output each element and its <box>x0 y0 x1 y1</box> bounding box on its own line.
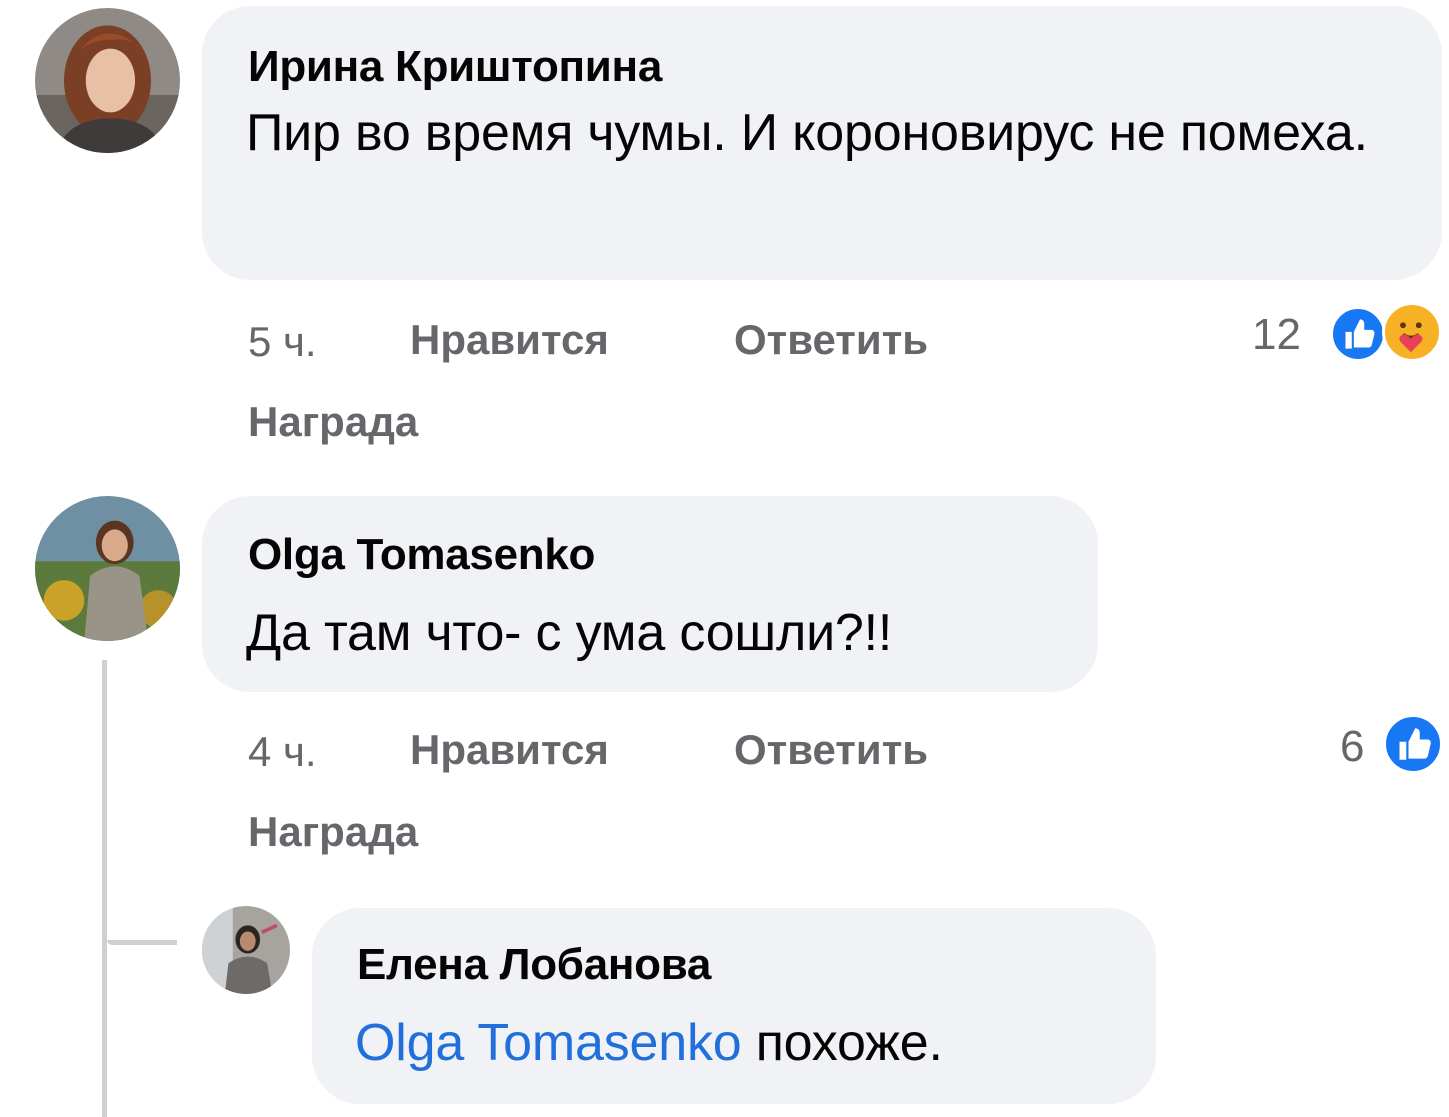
award-button[interactable]: Награда <box>248 398 418 446</box>
like-icon <box>1383 714 1443 774</box>
reply-text: Olga Tomasenko похоже. <box>355 1006 1145 1080</box>
like-button[interactable]: Нравится <box>410 316 609 364</box>
avatar[interactable] <box>202 906 290 994</box>
care-icon <box>1382 302 1442 362</box>
avatar[interactable] <box>35 496 180 641</box>
reply-button[interactable]: Ответить <box>734 316 928 364</box>
reaction-count[interactable]: 6 <box>1340 722 1364 772</box>
comment-author[interactable]: Olga Tomasenko <box>248 530 595 580</box>
reply-text-body: похоже. <box>741 1014 943 1072</box>
award-button[interactable]: Награда <box>248 808 418 856</box>
mention-link[interactable]: Olga Tomasenko <box>355 1014 742 1072</box>
thread-line-branch <box>107 940 177 945</box>
avatar[interactable] <box>35 8 180 153</box>
comment-text: Да там что- с ума сошли?!! <box>246 604 893 662</box>
reply-button[interactable]: Ответить <box>734 726 928 774</box>
comments-section: Ирина Криштопина Пир во время чумы. И ко… <box>0 0 1449 1117</box>
reply-author[interactable]: Елена Лобанова <box>357 940 711 990</box>
like-button[interactable]: Нравится <box>410 726 609 774</box>
like-icon <box>1330 306 1386 362</box>
comment-timestamp[interactable]: 4 ч. <box>248 728 317 776</box>
comment-timestamp[interactable]: 5 ч. <box>248 318 317 366</box>
comment-text: Пир во время чумы. И короновирус не поме… <box>246 104 1368 162</box>
comment-author[interactable]: Ирина Криштопина <box>248 42 662 92</box>
reaction-count[interactable]: 12 <box>1252 310 1301 360</box>
thread-line-vertical <box>102 660 107 1117</box>
